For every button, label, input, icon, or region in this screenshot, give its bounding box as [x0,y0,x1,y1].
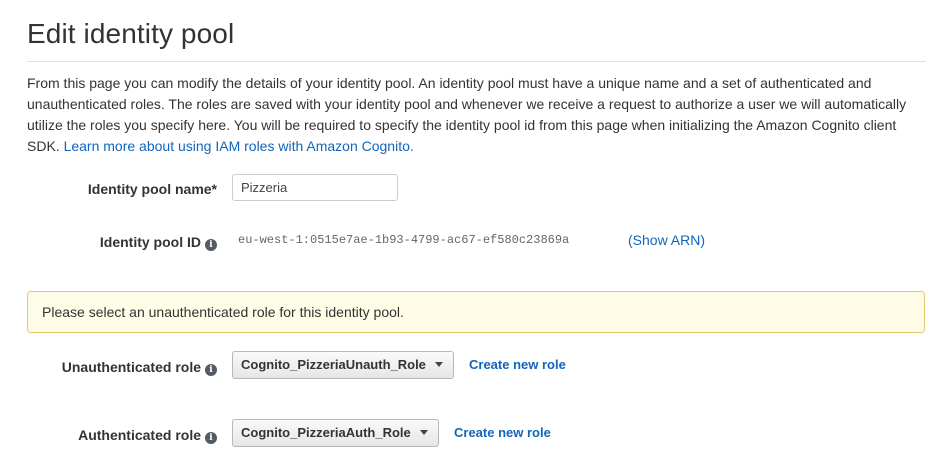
create-unauth-role-link[interactable]: Create new role [469,357,566,372]
auth-role-label-group: Authenticated role i [78,427,217,444]
info-icon[interactable]: i [205,432,217,444]
caret-down-icon [434,362,443,367]
alert-message: Please select an unauthenticated role fo… [42,304,404,320]
pool-name-input[interactable] [232,174,398,201]
caret-down-icon [419,430,428,435]
create-auth-role-link[interactable]: Create new role [454,425,551,440]
pool-id-label-group: Identity pool ID i [100,234,217,251]
auth-role-select[interactable]: Cognito_PizzeriaAuth_Role [232,419,439,447]
auth-role-label: Authenticated role [78,427,201,443]
page-title: Edit identity pool [27,18,235,49]
pool-id-label: Identity pool ID [99,234,201,250]
warning-alert: Please select an unauthenticated role fo… [27,291,925,333]
learn-more-link[interactable]: Learn more about using IAM roles with Am… [64,138,414,154]
intro-paragraph: From this page you can modify the detail… [27,73,927,157]
auth-role-selected: Cognito_PizzeriaAuth_Role [241,425,411,440]
unauth-role-label-group: Unauthenticated role i [62,359,217,376]
pool-name-label: Identity pool name* [87,181,217,197]
info-icon[interactable]: i [205,364,217,376]
unauth-role-selected: Cognito_PizzeriaUnauth_Role [241,357,426,372]
title-divider [27,61,926,62]
info-icon[interactable]: i [205,239,217,251]
edit-identity-pool-page: Edit identity pool From this page you ca… [0,0,947,472]
pool-id-value: eu-west-1:0515e7ae-1b93-4799-ac67-ef580c… [238,233,570,247]
unauth-role-label: Unauthenticated role [61,359,201,375]
unauth-role-select[interactable]: Cognito_PizzeriaUnauth_Role [232,351,454,379]
show-arn-link[interactable]: (Show ARN) [628,232,705,248]
